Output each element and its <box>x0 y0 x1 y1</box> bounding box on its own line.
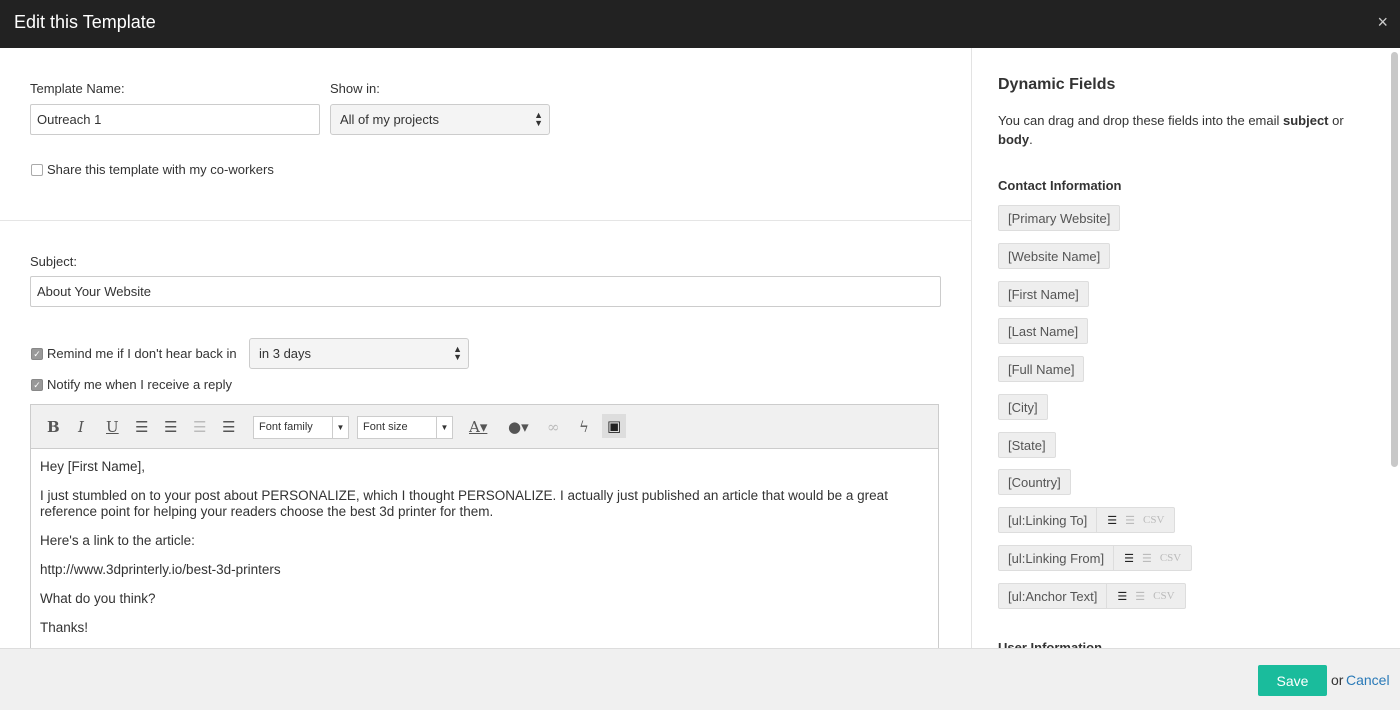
field-primary-website[interactable]: [Primary Website] <box>998 205 1121 231</box>
select-arrows-icon: ▲ ▼ <box>453 344 462 362</box>
body-paragraph: Thanks! <box>40 620 89 635</box>
rich-text-editor: B I U ☰ ☰ ☰ ☰ Font family ▼ Font size ▼ A▾… <box>30 404 939 648</box>
body-paragraph: http://www.3dprinterly.io/best-3d-printe… <box>40 562 281 577</box>
font-size-select[interactable]: Font size ▼ <box>357 416 453 439</box>
body-paragraph: Here's a link to the article: <box>40 533 195 548</box>
field-country[interactable]: [Country] <box>998 469 1071 495</box>
csv-option[interactable]: CSV <box>1160 552 1181 564</box>
body-paragraph: Hey [First Name], <box>40 459 146 474</box>
bold-icon[interactable]: B <box>47 418 60 436</box>
bullet-list-icon[interactable]: ☰ <box>1117 590 1127 603</box>
field-last-name[interactable]: [Last Name] <box>998 318 1089 344</box>
text-color-icon[interactable]: A▾ <box>469 418 487 436</box>
field-first-name[interactable]: [First Name] <box>998 281 1089 307</box>
field-state[interactable]: [State] <box>998 432 1056 458</box>
paste-icon[interactable]: ▣ <box>602 414 627 438</box>
modal-title: Edit this Template <box>14 12 156 32</box>
field-anchor-text[interactable]: [ul:Anchor Text] ☰ ☰ CSV <box>998 583 1186 609</box>
or-text: or <box>1331 672 1344 688</box>
editor-body[interactable]: Hey [First Name], I just stumbled on to … <box>31 449 938 636</box>
close-icon[interactable]: × <box>1377 12 1388 33</box>
dynamic-fields-title: Dynamic Fields <box>998 76 1116 93</box>
editor-toolbar: B I U ☰ ☰ ☰ ☰ Font family ▼ Font size ▼ A▾… <box>31 405 938 449</box>
underline-icon[interactable]: U <box>106 418 119 436</box>
save-button[interactable]: Save <box>1258 665 1327 696</box>
modal-header: Edit this Template × <box>0 0 1400 48</box>
show-in-select[interactable]: All of my projects ▲ ▼ <box>330 104 550 135</box>
dynamic-fields-panel: Dynamic Fields You can drag and drop the… <box>972 48 1400 648</box>
outdent-icon[interactable]: ☰ <box>193 418 206 436</box>
numbered-list-icon[interactable]: ☰ <box>1135 590 1145 603</box>
numbered-list-icon[interactable]: ☰ <box>135 418 148 436</box>
font-family-value: Font family <box>259 421 313 433</box>
template-form: Template Name: Outreach 1 Show in: All o… <box>0 48 972 648</box>
notify-label: Notify me when I receive a reply <box>47 377 232 392</box>
show-in-label: Show in: <box>330 81 380 96</box>
field-linking-to[interactable]: [ul:Linking To] ☰ ☰ CSV <box>998 507 1176 533</box>
cancel-link[interactable]: Cancel <box>1346 672 1390 688</box>
notify-checkbox[interactable]: ✓ <box>31 379 43 391</box>
font-size-value: Font size <box>363 421 408 433</box>
bullet-list-icon[interactable]: ☰ <box>1107 514 1117 527</box>
select-arrows-icon: ▲ ▼ <box>534 110 543 128</box>
csv-option[interactable]: CSV <box>1143 514 1164 526</box>
share-label: Share this template with my co-workers <box>47 162 274 177</box>
field-linking-from[interactable]: [ul:Linking From] ☰ ☰ CSV <box>998 545 1193 571</box>
remind-checkbox[interactable]: ✓ <box>31 348 43 360</box>
scrollbar[interactable] <box>1391 52 1398 467</box>
dynamic-fields-description: You can drag and drop these fields into … <box>998 113 1344 147</box>
link-icon[interactable]: ∞ <box>547 418 560 436</box>
numbered-list-icon[interactable]: ☰ <box>1125 514 1135 527</box>
indent-icon[interactable]: ☰ <box>222 418 235 436</box>
divider <box>0 220 971 221</box>
show-in-value: All of my projects <box>340 112 439 127</box>
lightning-icon[interactable]: ϟ <box>579 418 589 436</box>
remind-select[interactable]: in 3 days ▲ ▼ <box>249 338 469 369</box>
modal-footer: Save or Cancel <box>0 648 1400 710</box>
remind-value: in 3 days <box>259 346 312 361</box>
subject-input[interactable]: About Your Website <box>30 276 941 307</box>
chevron-down-icon: ▼ <box>436 417 452 438</box>
template-name-input[interactable]: Outreach 1 <box>30 104 320 135</box>
chevron-down-icon: ▼ <box>332 417 348 438</box>
bullet-list-icon[interactable]: ☰ <box>164 418 177 436</box>
remind-label: Remind me if I don't hear back in <box>47 346 237 361</box>
subject-label: Subject: <box>30 254 77 269</box>
bullet-list-icon[interactable]: ☰ <box>1124 552 1134 565</box>
numbered-list-icon[interactable]: ☰ <box>1142 552 1152 565</box>
template-name-label: Template Name: <box>30 81 125 96</box>
user-info-title: User Information <box>998 640 1103 648</box>
italic-icon[interactable]: I <box>78 418 84 436</box>
contact-info-title: Contact Information <box>998 178 1122 193</box>
font-family-select[interactable]: Font family ▼ <box>253 416 349 439</box>
field-website-name[interactable]: [Website Name] <box>998 243 1111 269</box>
csv-option[interactable]: CSV <box>1153 590 1174 602</box>
body-paragraph: I just stumbled on to your post about PE… <box>40 488 888 519</box>
body-paragraph: What do you think? <box>40 591 156 606</box>
share-checkbox[interactable] <box>31 164 43 176</box>
field-city[interactable]: [City] <box>998 394 1048 420</box>
field-full-name[interactable]: [Full Name] <box>998 356 1085 382</box>
background-color-icon[interactable]: ●▾ <box>508 418 529 436</box>
